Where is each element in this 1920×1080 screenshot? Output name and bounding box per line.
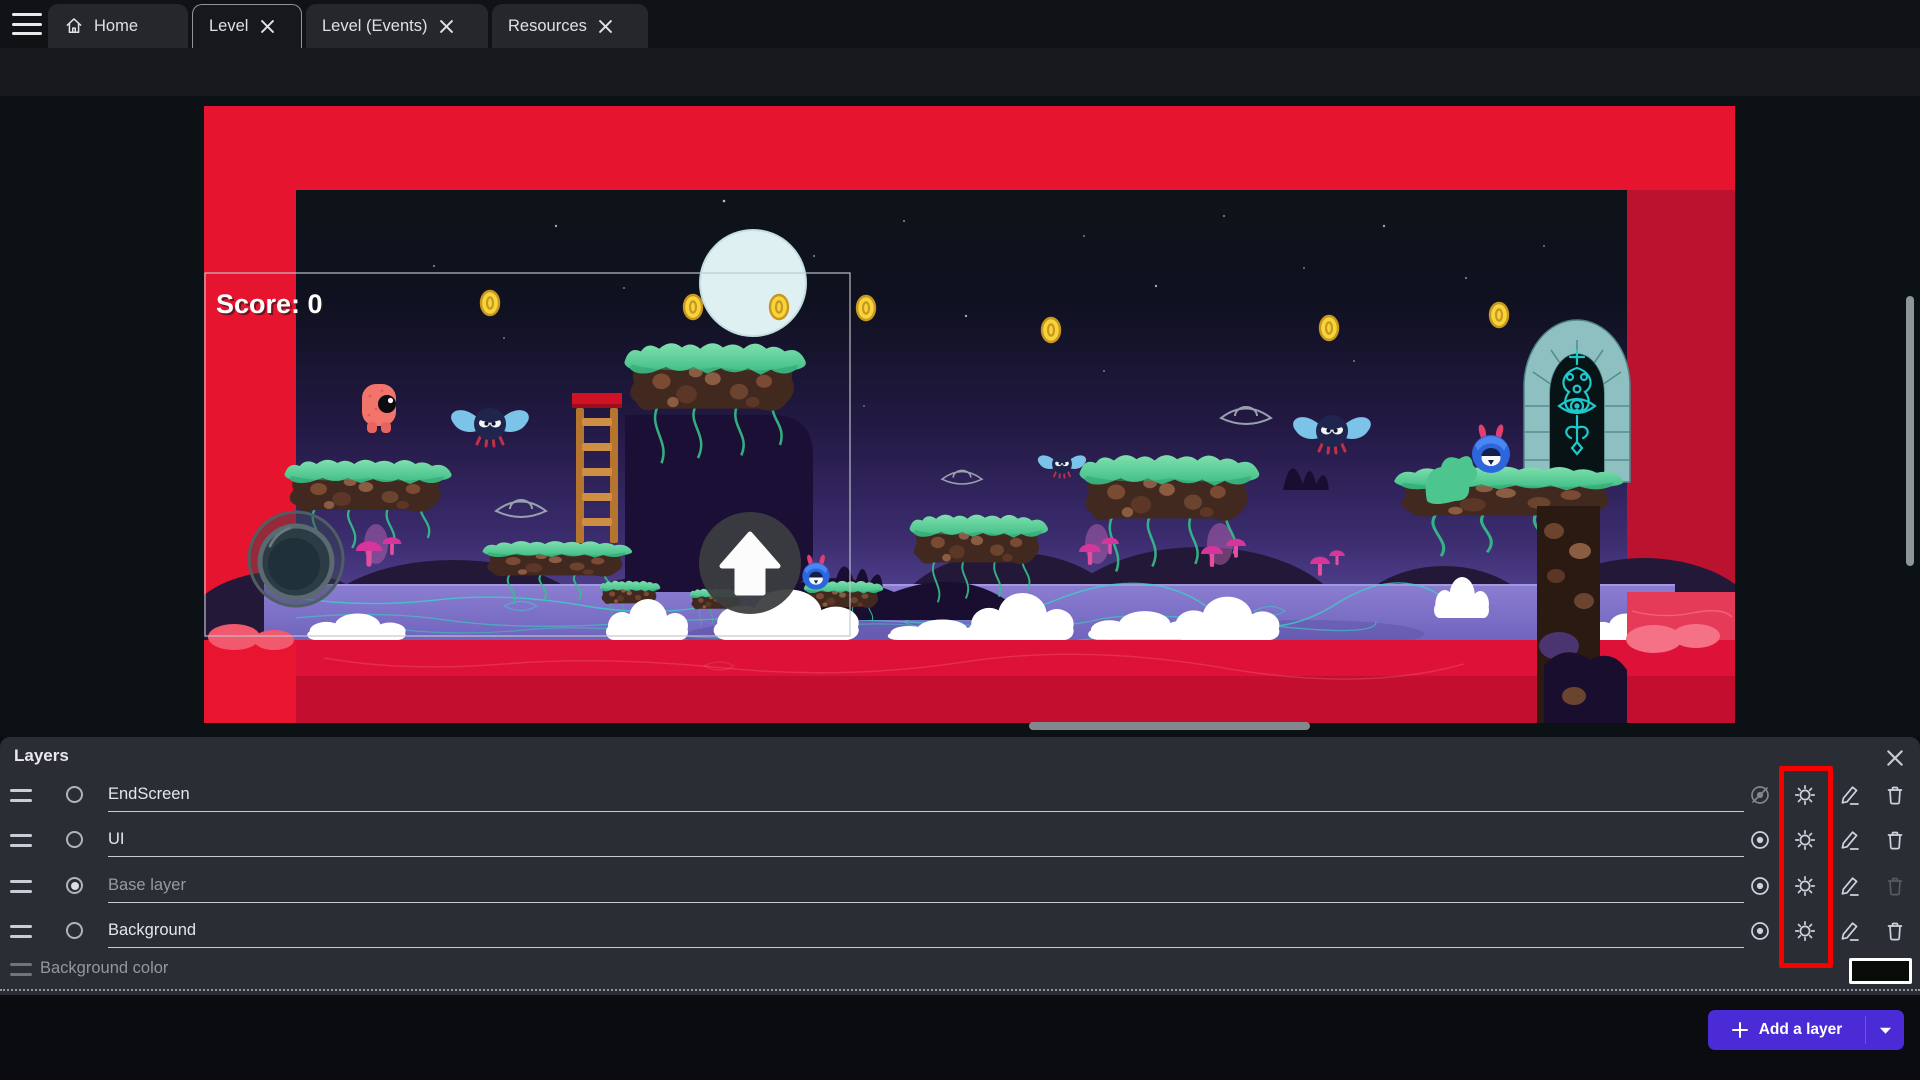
background-color-label: Background color — [40, 959, 168, 978]
score-text-sprite[interactable]: Score: 0 — [216, 289, 323, 319]
edit-layer-icon[interactable] — [1838, 783, 1862, 807]
effects-icon[interactable] — [1793, 874, 1817, 898]
layer-radio[interactable] — [66, 786, 83, 803]
delete-layer-icon[interactable] — [1883, 919, 1907, 943]
delete-layer-icon — [1883, 874, 1907, 898]
background-color-swatch[interactable] — [1849, 958, 1912, 984]
layer-radio[interactable] — [66, 922, 83, 939]
layer-row: EndScreen — [0, 775, 1920, 820]
menu-icon[interactable] — [12, 13, 42, 35]
effects-icon[interactable] — [1793, 783, 1817, 807]
close-panel-icon[interactable] — [1884, 747, 1906, 769]
layer-name-field[interactable]: Base layer — [108, 868, 1744, 903]
drag-handle-icon[interactable] — [10, 834, 32, 847]
scene-editor-viewport: Score: 0 Score: 0 2463;200 — [0, 96, 1920, 737]
vertical-scrollbar[interactable] — [1906, 296, 1914, 566]
tab-label: Level (Events) — [322, 17, 427, 36]
tab-level-events[interactable]: Level (Events) — [306, 4, 488, 48]
layer-radio[interactable] — [66, 877, 83, 894]
player-character-sprite[interactable] — [362, 384, 396, 433]
plus-icon — [1731, 1021, 1749, 1039]
tab-label: Home — [94, 17, 138, 36]
drag-handle-icon[interactable] — [10, 880, 32, 893]
layer-radio[interactable] — [66, 831, 83, 848]
tab-bar: Home Level Level (Events) Resources — [0, 0, 1920, 48]
tab-level[interactable]: Level — [192, 4, 302, 48]
edit-layer-icon[interactable] — [1838, 828, 1862, 852]
drag-handle-icon[interactable] — [10, 925, 32, 938]
close-tab-icon[interactable] — [597, 17, 615, 35]
effects-icon[interactable] — [1793, 828, 1817, 852]
close-tab-icon[interactable] — [437, 17, 455, 35]
edit-layer-icon[interactable] — [1838, 874, 1862, 898]
moon-sprite[interactable] — [700, 230, 806, 336]
visibility-icon[interactable] — [1748, 919, 1772, 943]
effects-icon[interactable] — [1793, 919, 1817, 943]
home-icon — [64, 16, 84, 36]
background-color-row: Background color — [0, 955, 1920, 991]
add-layer-button[interactable]: Add a layer — [1708, 1010, 1904, 1050]
visibility-off-icon[interactable] — [1748, 783, 1772, 807]
visibility-icon[interactable] — [1748, 828, 1772, 852]
tab-label: Resources — [508, 17, 587, 36]
jump-button-sprite[interactable] — [699, 512, 801, 614]
layer-row: Background — [0, 911, 1920, 956]
tab-label: Level — [209, 17, 248, 36]
layer-row: UI — [0, 820, 1920, 865]
add-layer-label: Add a layer — [1759, 1021, 1843, 1039]
tab-resources[interactable]: Resources — [492, 4, 648, 48]
layer-name-field[interactable]: Background — [108, 913, 1744, 948]
layers-panel-title: Layers — [14, 746, 69, 766]
add-layer-dropdown-icon[interactable] — [1866, 1010, 1904, 1050]
horizontal-scrollbar[interactable] — [1029, 722, 1310, 730]
layer-name-field[interactable]: EndScreen — [108, 777, 1744, 812]
layers-panel: Layers EndScreen UI — [0, 737, 1920, 995]
arch-door-sprite[interactable] — [1524, 320, 1630, 482]
frame-top[interactable] — [204, 106, 1735, 190]
layer-row: Base layer — [0, 866, 1920, 911]
drag-handle-icon — [10, 963, 32, 976]
joystick-control-sprite[interactable] — [249, 512, 343, 606]
delete-layer-icon[interactable] — [1883, 828, 1907, 852]
delete-layer-icon[interactable] — [1883, 783, 1907, 807]
drag-handle-icon[interactable] — [10, 789, 32, 802]
layer-name-field[interactable]: UI — [108, 822, 1744, 857]
visibility-icon[interactable] — [1748, 874, 1772, 898]
close-tab-icon[interactable] — [258, 18, 276, 36]
scene-canvas[interactable]: Score: 0 Score: 0 — [204, 106, 1735, 726]
editor-toolbar: Preview Publish — [0, 48, 1920, 96]
tab-home[interactable]: Home — [48, 4, 188, 48]
edit-layer-icon[interactable] — [1838, 919, 1862, 943]
